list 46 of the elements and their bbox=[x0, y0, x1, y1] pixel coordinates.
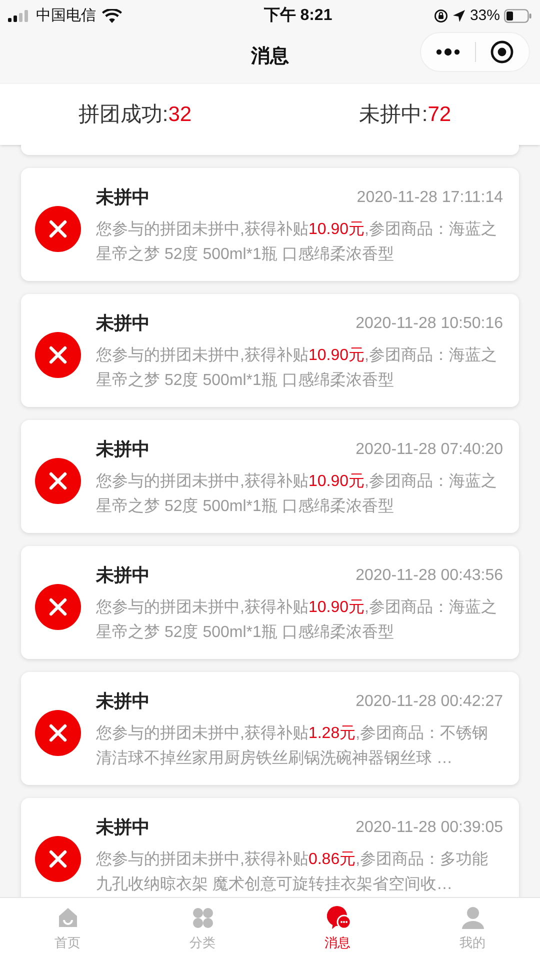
message-text: 您参与的拼团未拼中,获得补贴1.28元,参团商品：不锈钢清洁球不掉丝家用厨房铁丝刷锅洗碗神器钢丝球 … bbox=[96, 724, 490, 768]
wifi-icon bbox=[102, 9, 122, 23]
message-card[interactable]: 未拼中 2020-11-28 00:42:27 您参与的拼团未拼中,获得补贴1.28元,参团商品：不锈钢清洁球不掉丝家用厨房铁丝刷锅洗碗神器钢丝球 … bbox=[21, 672, 519, 785]
more-icon bbox=[434, 48, 461, 56]
battery-icon bbox=[504, 9, 532, 23]
message-title: 未拼中 bbox=[96, 186, 150, 209]
failed-icon bbox=[35, 836, 81, 882]
message-time: 2020-11-28 00:39:05 bbox=[356, 818, 503, 838]
message-text: 您参与的拼团未拼中,获得补贴10.90元,参团商品：海蓝之星帝之梦 52度 500ml*1瓶 口感绵柔浓香型 bbox=[96, 598, 498, 642]
summary-count: 拼团成功:32 bbox=[78, 102, 192, 128]
person-icon bbox=[460, 905, 486, 932]
summary-count: 未拼中:72 bbox=[358, 102, 452, 128]
message-title: 未拼中 bbox=[96, 438, 150, 461]
status-time: 下午 8:21 bbox=[264, 6, 332, 26]
failed-icon bbox=[35, 710, 81, 756]
failed-icon bbox=[35, 584, 81, 630]
message-time: 2020-11-28 10:50:16 bbox=[356, 314, 503, 334]
message-title: 未拼中 bbox=[96, 816, 150, 839]
message-title: 未拼中 bbox=[96, 564, 150, 587]
message-title: 未拼中 bbox=[96, 312, 150, 335]
message-text: 您参与的拼团未拼中,获得补贴10.90元,参团商品：海蓝之星帝之梦 52度 500ml*1瓶 口感绵柔浓香型 bbox=[96, 346, 498, 390]
message-card[interactable]: 未拼中 2020-11-28 00:43:56 您参与的拼团未拼中,获得补贴10.90元,参团商品：海蓝之星帝之梦 52度 500ml*1瓶 口感绵柔浓香型 bbox=[21, 546, 519, 659]
message-text: 您参与的拼团未拼中,获得补贴10.90元,参团商品：海蓝之星帝之梦 52度 500ml*1瓶 口感绵柔浓香型 bbox=[96, 472, 498, 516]
message-card[interactable]: 未拼中 2020-11-28 17:11:14 您参与的拼团未拼中,获得补贴10.90元,参团商品：海蓝之星帝之梦 52度 500ml*1瓶 口感绵柔浓香型 bbox=[21, 168, 519, 281]
target-icon bbox=[490, 40, 514, 64]
message-time: 2020-11-28 00:43:56 bbox=[356, 566, 503, 586]
message-card[interactable]: 未拼中 2020-11-28 07:40:20 您参与的拼团未拼中,获得补贴10.90元,参团商品：海蓝之星帝之梦 52度 500ml*1瓶 口感绵柔浓香型 bbox=[21, 420, 519, 533]
message-text: 您参与的拼团未拼中,获得补贴0.86元,参团商品：多功能九孔收纳晾衣架 魔术创意可旋转挂衣架省空间收… bbox=[96, 850, 490, 894]
message-time: 2020-11-28 17:11:14 bbox=[356, 188, 503, 208]
location-icon bbox=[452, 9, 466, 23]
message-text: 您参与的拼团未拼中,获得补贴10.90元,参团商品：海蓝之星帝之梦 52度 500ml*1瓶 口感绵柔浓香型 bbox=[96, 220, 498, 264]
battery-percent: 33% bbox=[470, 6, 500, 26]
chat-icon bbox=[324, 905, 350, 932]
carrier-name: 中国电信 bbox=[36, 6, 96, 26]
message-time: 2020-11-28 00:42:27 bbox=[356, 692, 503, 712]
message-time: 2020-11-28 07:40:20 bbox=[356, 440, 503, 460]
signal-icon bbox=[8, 10, 30, 22]
page-title: 消息 bbox=[251, 44, 289, 69]
failed-icon bbox=[35, 332, 81, 378]
message-title: 未拼中 bbox=[96, 690, 150, 713]
rotation-lock-icon bbox=[434, 9, 448, 23]
tab-item[interactable]: 消息 bbox=[270, 898, 405, 960]
failed-icon bbox=[35, 206, 81, 252]
failed-icon bbox=[35, 458, 81, 504]
message-card[interactable]: 未拼中 2020-11-28 00:39:05 您参与的拼团未拼中,获得补贴0.86元,参团商品：多功能九孔收纳晾衣架 魔术创意可旋转挂衣架省空间收… bbox=[21, 798, 519, 897]
message-card[interactable]: 未拼中 2020-11-28 10:50:16 您参与的拼团未拼中,获得补贴10.90元,参团商品：海蓝之星帝之梦 52度 500ml*1瓶 口感绵柔浓香型 bbox=[21, 294, 519, 407]
